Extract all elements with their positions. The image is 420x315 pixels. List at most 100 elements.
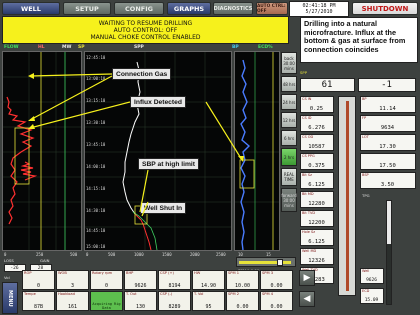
hole-size-readout: Hole Sz 6.125: [300, 229, 334, 246]
bottom-cell: Rotary rpm 0: [90, 270, 123, 290]
lot-value-a: 17.30: [379, 144, 396, 150]
left-axis-0: 0: [4, 252, 7, 257]
range-6h-button[interactable]: 6 hrs: [281, 130, 297, 146]
bottom-cell-value: 0.00: [270, 283, 283, 289]
cs-od-value: 10587: [308, 144, 325, 150]
range-12h-button[interactable]: 12 hrs: [281, 112, 297, 128]
bottom-cell-label: WOB: [58, 271, 67, 275]
lot-readout-2: 17.50: [360, 153, 416, 170]
bottom-cell-value: 87B: [33, 304, 44, 310]
tpg-gauge: [386, 200, 392, 305]
bottom-cell-value: 0: [36, 283, 40, 289]
hole-size-value: 6.125: [308, 239, 325, 245]
cs-in-value: 0.25: [309, 106, 324, 112]
bottom-cell-value: 0.00: [270, 304, 283, 310]
bottom-cell-label: Hookload: [58, 292, 75, 296]
bottom-cell: SPM 1 10.00: [226, 270, 259, 290]
bottom-cell: SPM 3 0.00: [260, 270, 293, 290]
well-md-label: Well MD: [302, 249, 317, 253]
chevron-right-icon: ▶: [303, 273, 311, 283]
lot-value-b: 17.50: [379, 163, 396, 169]
arrow-influx-b: [205, 101, 243, 161]
cs-id-readout: CS ID 6.276: [300, 115, 334, 132]
clock-date: 5/27/2010: [305, 9, 333, 15]
bottom-cell-label: ROP: [24, 271, 32, 275]
bottom-cell: Hookload 161: [56, 291, 89, 311]
bit-tvd-value: 12200: [308, 220, 325, 226]
cs-id-value: 6.276: [308, 125, 325, 131]
bottom-cell-value: 0.00: [236, 304, 249, 310]
mid-axis-2: 1000: [134, 252, 144, 257]
forward-30-button[interactable]: forward 30:00 mins: [281, 188, 297, 212]
bottom-cell-value: 3: [70, 283, 74, 289]
bit-tvd-label: Bit TVD: [302, 211, 316, 215]
bit-md-label: Bit MD: [302, 192, 314, 196]
spp-label: SPP: [300, 70, 307, 75]
bit-md-readout: Bit MD 12280: [300, 191, 334, 208]
bsp-value: 3.50: [380, 182, 395, 188]
mid-axis-1: 500: [108, 252, 116, 257]
arrow-conn-gas-a: [29, 73, 113, 77]
range-48h-button[interactable]: 48 hrs: [281, 76, 297, 92]
bottom-cell-label: HW: [194, 271, 201, 275]
well-md-readout: Well MD 12326: [300, 248, 334, 265]
bottom-cell-value: 9626: [134, 283, 147, 289]
loss-label: LOSS: [4, 258, 14, 263]
wellbore-string: [346, 101, 349, 291]
cs-in-label: CS IN: [302, 97, 312, 101]
bottom-cell-value: Acquiring Rig Data: [92, 302, 121, 310]
fp-readout: FP 9634: [360, 115, 416, 132]
left-axis-2: 500: [70, 252, 78, 257]
bottom-ecd-readout: ECD 15.09: [360, 288, 384, 304]
annotation-note: Drilling into a natural microfracture. I…: [300, 17, 418, 63]
shutdown-button[interactable]: SHUTDOWN: [352, 2, 418, 15]
mid-axis-0: 0: [86, 252, 89, 257]
bottom-cell-label: SPM 1: [228, 271, 239, 275]
bottom-cell-value: 10.00: [234, 283, 251, 289]
cs-ppg-readout: CS PPG 0.375: [300, 153, 334, 170]
prev-arrow-button[interactable]: ◀: [299, 291, 315, 307]
realtime-button[interactable]: REAL TIME: [281, 168, 297, 186]
bottom-cell-label: T. Out: [126, 292, 137, 296]
callout-arrows: [28, 73, 244, 217]
tpg-gauge-fill: [387, 244, 391, 304]
menu-button[interactable]: MENU: [2, 282, 18, 314]
bp-readout: BP 11.14: [360, 96, 416, 113]
pump-slider[interactable]: [236, 257, 296, 267]
bottom-cell: WOB 3: [56, 270, 89, 290]
bottom-cell-label: SPM 3: [262, 271, 273, 275]
range-2h-button[interactable]: 2 hrs: [281, 148, 297, 166]
arrow-conn-gas-b: [29, 75, 113, 121]
left-axis-1: 250: [36, 252, 44, 257]
range-24h-button[interactable]: 24 hrs: [281, 94, 297, 110]
next-arrow-button[interactable]: ▶: [299, 270, 315, 286]
app-window: WELL SETUP CONFIG GRAPHS DIAGNOSTICS AUT…: [0, 0, 420, 315]
bit-size-readout: Bit Sz 6.125: [300, 172, 334, 189]
bottom-cell-value: 95: [205, 304, 212, 310]
bottom-cell: T. Vol 95: [192, 291, 225, 311]
aux-readout: -1: [358, 78, 416, 92]
arrow-influx-a: [29, 101, 131, 129]
hole-size-label: Hole Sz: [302, 230, 316, 234]
bottom-cell: CSP (-) 8289: [158, 291, 191, 311]
cs-in-readout: CS IN 0.25: [300, 96, 334, 113]
bottom-well-label: Well: [362, 269, 370, 273]
bottom-cell: SPM 2 0.00: [226, 291, 259, 311]
aux-value: -1: [381, 80, 392, 90]
unit-label: Vol: [4, 275, 10, 280]
bottom-cell: ROP 0: [22, 270, 55, 290]
cs-od-readout: CS OD 10587: [300, 134, 334, 151]
cs-ppg-value: 0.375: [308, 163, 325, 169]
bottom-well-value: 9626: [366, 278, 377, 283]
pump-slider-thumb[interactable]: [277, 259, 283, 266]
bit-tvd-readout: Bit TVD 12200: [300, 210, 334, 227]
well-md-value: 12326: [308, 258, 325, 264]
bottom-cell: HW 14.90: [192, 270, 225, 290]
bottom-well-readout: Well 9626: [360, 268, 384, 284]
back-30-button[interactable]: back 30:00 mins: [281, 52, 297, 74]
bit-md-value: 12280: [308, 201, 325, 207]
bottom-cell-label: SPM 4: [262, 292, 273, 296]
bottom-cell-value: 8289: [168, 304, 181, 310]
gain-label: GAIN: [40, 258, 50, 263]
bottom-cell-label: T. Vol: [194, 292, 204, 296]
